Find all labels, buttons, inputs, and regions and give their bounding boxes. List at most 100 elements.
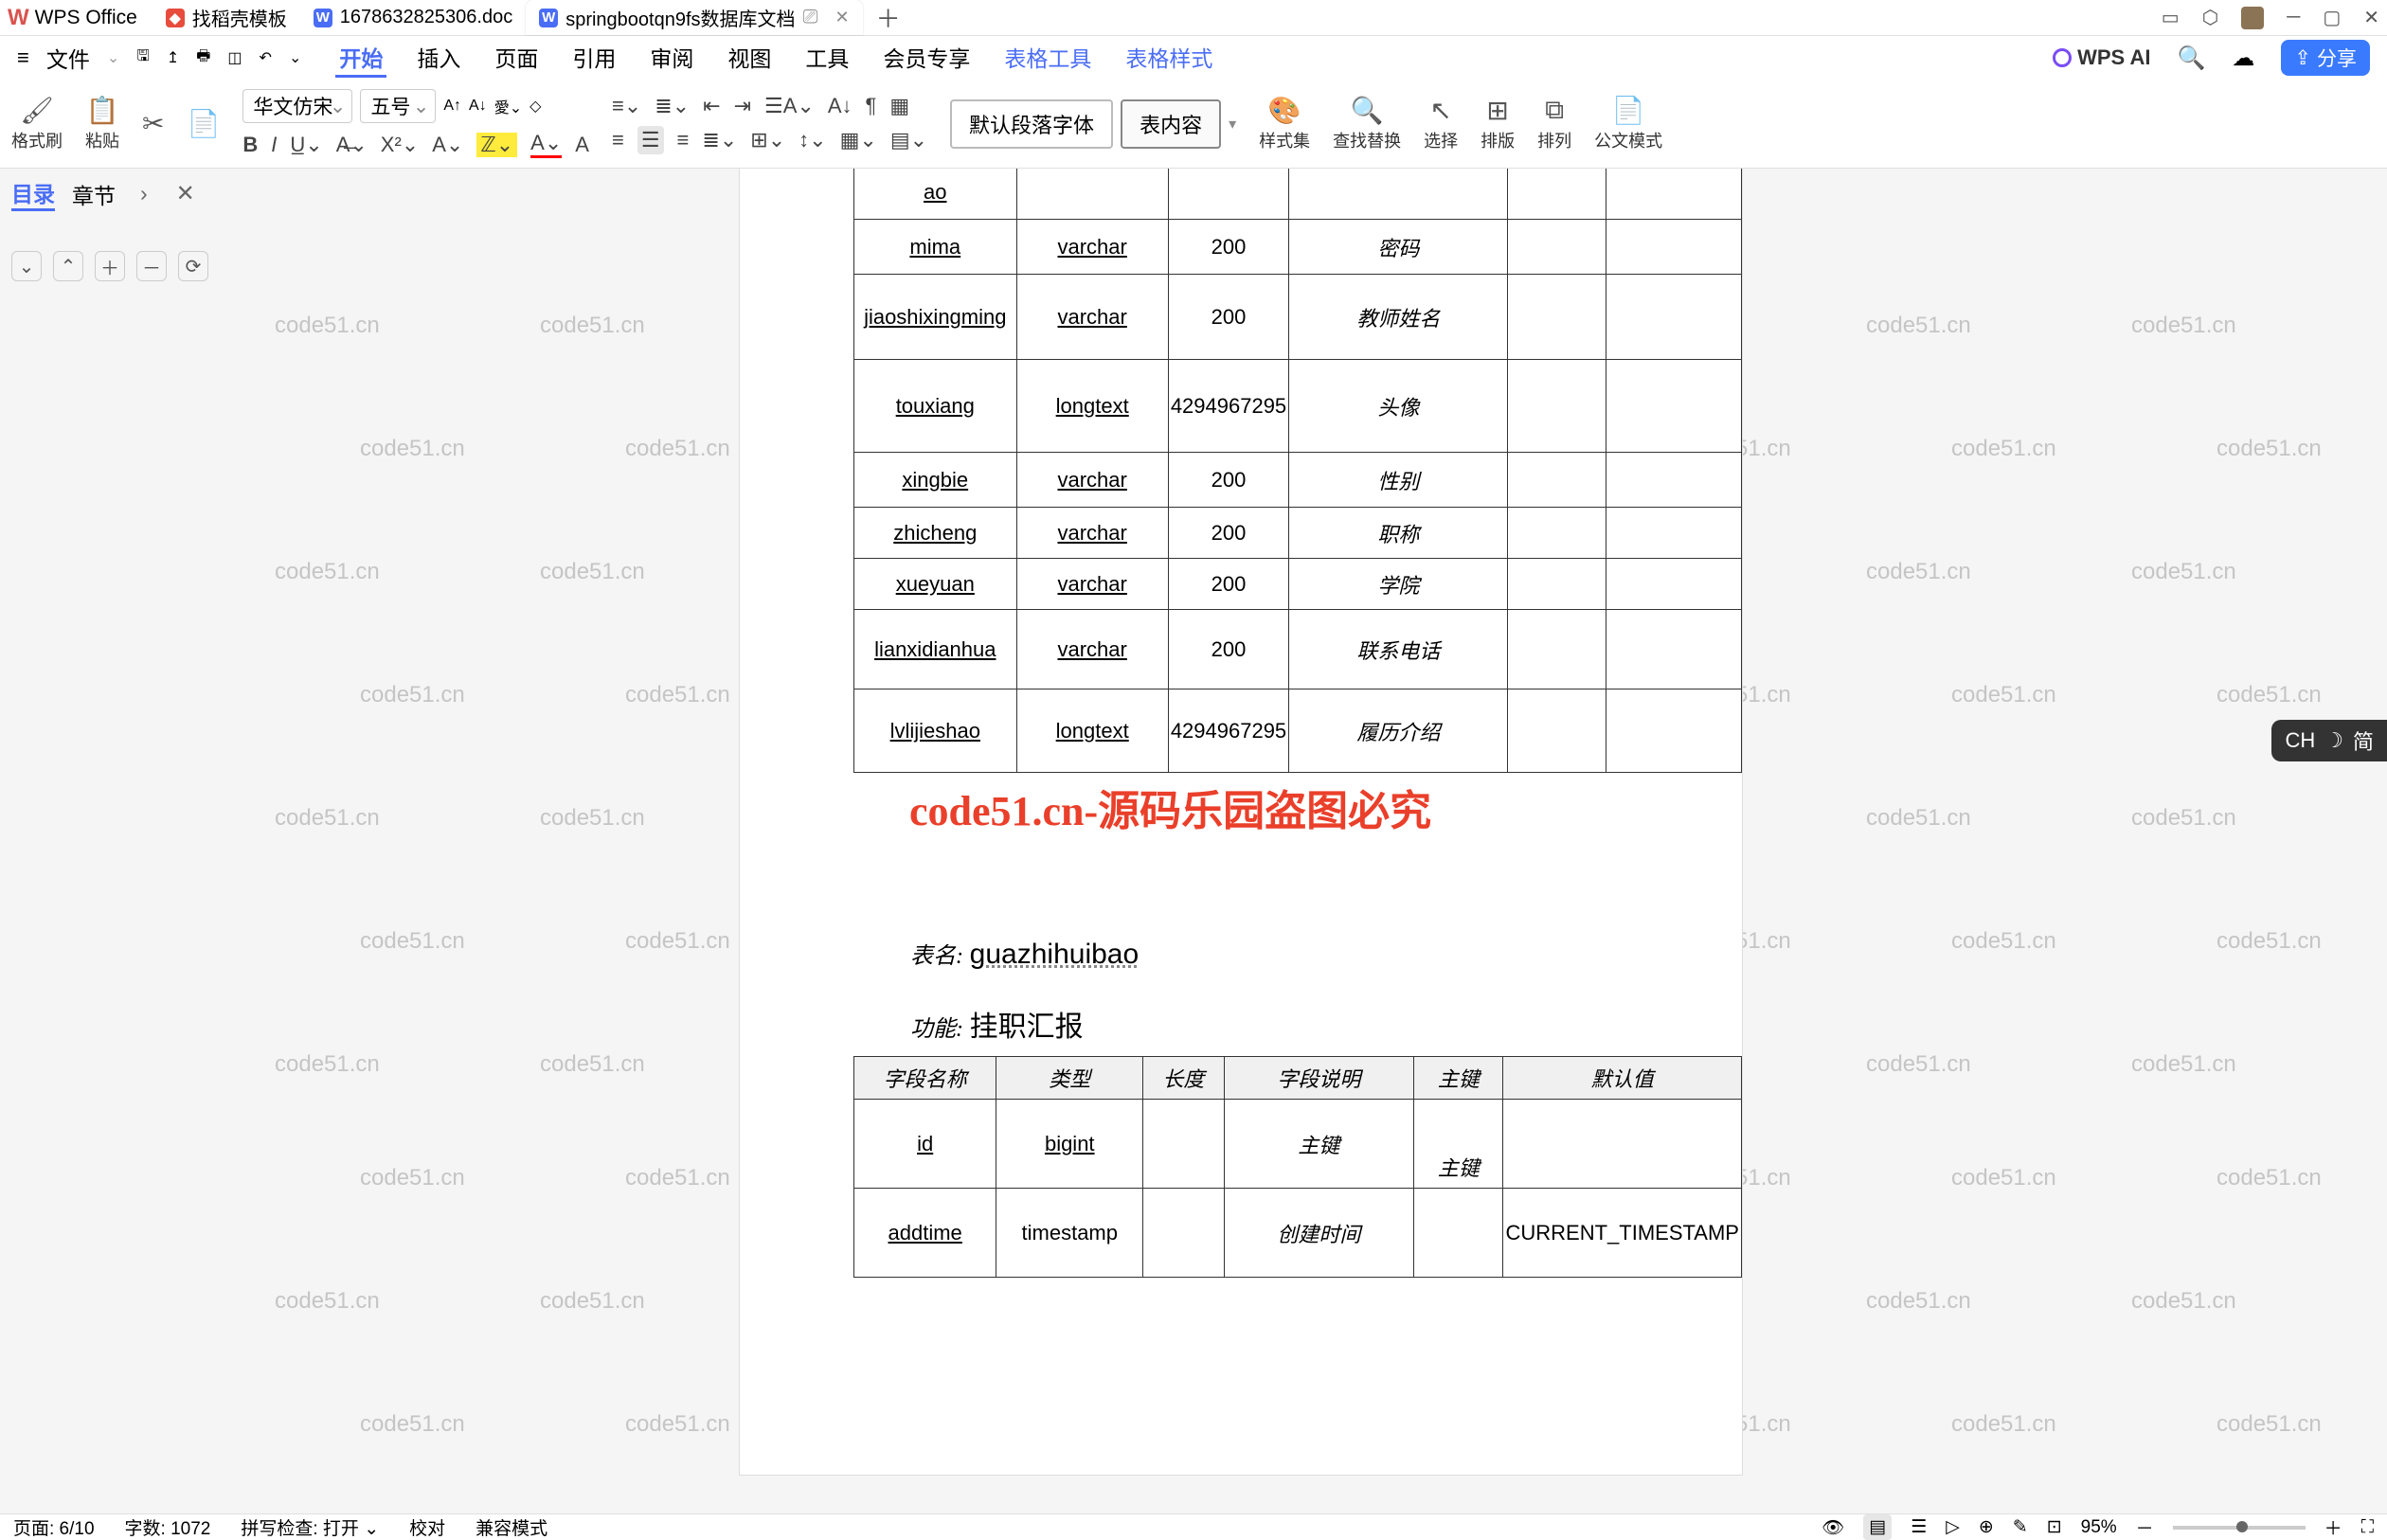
table2-func-line[interactable]: 功能: 挂职汇报: [910, 1003, 1084, 1045]
table-header-row[interactable]: 字段名称 类型 长度 字段说明 主键 默认值: [854, 1057, 1742, 1100]
superscript-icon[interactable]: X²⌄: [381, 133, 419, 157]
mtab-ref[interactable]: 引用: [568, 39, 619, 78]
brush-icon[interactable]: ✎: [2013, 1516, 2028, 1538]
share-button[interactable]: ⇪ 分享: [2281, 40, 2370, 76]
copy-icon[interactable]: 📄: [187, 108, 220, 139]
save-icon[interactable]: 🖫: [136, 45, 150, 71]
table-content-style[interactable]: 表内容: [1121, 99, 1221, 149]
insert-symbol-icon[interactable]: ¶: [866, 94, 877, 118]
cube-icon[interactable]: ⬡: [2202, 6, 2218, 29]
field-code-icon[interactable]: ▦: [889, 94, 909, 118]
find-replace-button[interactable]: 🔍 查找替换: [1333, 95, 1401, 152]
change-case-icon[interactable]: 愛⌄: [494, 95, 522, 117]
outline-view-icon[interactable]: ☰: [1911, 1516, 1927, 1538]
line-spacing-icon[interactable]: ↕⌄: [799, 128, 826, 152]
paste-group[interactable]: 📋 粘贴: [85, 95, 119, 152]
arrange-button[interactable]: ⧉ 排列: [1537, 95, 1571, 152]
table-row[interactable]: xingbievarchar200性别: [854, 453, 1742, 508]
zoom-slider[interactable]: [2173, 1526, 2306, 1530]
align-right-icon[interactable]: ≡: [677, 128, 690, 152]
close-window-icon[interactable]: ✕: [2363, 6, 2379, 29]
table-row[interactable]: xueyuanvarchar200学院: [854, 559, 1742, 610]
table-row[interactable]: jiaoshixingmingvarchar200教师姓名: [854, 275, 1742, 360]
text-direction-icon[interactable]: ☰A⌄: [764, 94, 815, 118]
align-left-icon[interactable]: ≡: [612, 128, 624, 152]
underline-icon[interactable]: U̲⌄: [290, 133, 322, 157]
zoom-label[interactable]: 95%: [2081, 1517, 2117, 1538]
char-border-icon[interactable]: A⌄: [432, 133, 463, 157]
sidebar-tab-chapter[interactable]: 章节: [72, 178, 116, 210]
mtab-view[interactable]: 视图: [724, 39, 775, 78]
web-layout-icon[interactable]: ⊕: [1979, 1516, 1994, 1538]
font-color-icon[interactable]: A⌄: [530, 131, 562, 158]
refresh-icon[interactable]: ⟳: [178, 251, 208, 281]
increase-indent-icon[interactable]: ⇥: [734, 94, 751, 118]
strike-icon[interactable]: A̶⌄: [336, 133, 368, 157]
ime-badge[interactable]: CH ☽ 简: [2271, 720, 2387, 761]
numbering-icon[interactable]: ≣⌄: [655, 94, 690, 118]
table-row[interactable]: addtime timestamp 创建时间 CURRENT_TIMESTAMP: [854, 1189, 1742, 1278]
spellcheck-status[interactable]: 拼写检查: 打开 ⌄: [241, 1514, 379, 1540]
font-size-select[interactable]: 五号 ⌄: [360, 89, 436, 123]
file-menu[interactable]: 文件: [46, 42, 90, 74]
style-dropdown-icon[interactable]: ▾: [1229, 115, 1236, 134]
reading-view-icon[interactable]: 👁: [1822, 1516, 1844, 1539]
format-brush-group[interactable]: 🖌 格式刷: [11, 95, 63, 152]
new-tab-button[interactable]: ＋: [863, 0, 914, 35]
table-row[interactable]: ao: [854, 169, 1742, 220]
tab-doc2[interactable]: W springbootqn9fs数据库文档 ⎚ ✕: [526, 0, 862, 35]
table-row[interactable]: touxianglongtext4294967295头像: [854, 360, 1742, 453]
increase-font-icon[interactable]: A↑: [443, 98, 461, 115]
tab-doc1[interactable]: W 1678632825306.doc: [300, 0, 526, 35]
screen-icon[interactable]: ⎚: [803, 7, 818, 28]
document-viewport[interactable]: ▣ ⌄ ao mimavarchar200密码 jiaoshixingmingv…: [275, 169, 2349, 1513]
mtab-tabletools[interactable]: 表格工具: [1000, 39, 1095, 78]
close-sidebar-icon[interactable]: ✕: [176, 180, 195, 207]
page-indicator[interactable]: 页面: 6/10: [13, 1514, 95, 1540]
mtab-page[interactable]: 页面: [491, 39, 542, 78]
search-icon[interactable]: 🔍: [2178, 45, 2206, 72]
fullscreen-icon[interactable]: ⛶: [2361, 1517, 2374, 1538]
table-row[interactable]: mimavarchar200密码: [854, 220, 1742, 275]
select-button[interactable]: ↖ 选择: [1424, 95, 1458, 152]
mtab-tablestyle[interactable]: 表格样式: [1122, 39, 1216, 78]
style-set-button[interactable]: 🎨 样式集: [1259, 95, 1310, 152]
table-row[interactable]: lianxidianhuavarchar200联系电话: [854, 610, 1742, 689]
mtab-review[interactable]: 审阅: [646, 39, 697, 78]
table2-name-line[interactable]: 表名: guazhihuibao: [910, 937, 1139, 971]
sidebar-tab-toc[interactable]: 目录: [11, 176, 55, 211]
decrease-indent-icon[interactable]: ⇤: [703, 94, 720, 118]
db-table-2[interactable]: 字段名称 类型 长度 字段说明 主键 默认值 id bigint 主键 主键 a…: [853, 1056, 1742, 1278]
mtab-vip[interactable]: 会员专享: [879, 39, 974, 78]
minimize-icon[interactable]: ─: [2287, 7, 2300, 28]
zoom-slider-thumb[interactable]: [2236, 1521, 2248, 1532]
export-icon[interactable]: ↥: [167, 48, 179, 67]
print-icon[interactable]: 🖶: [196, 45, 210, 71]
collapse-up-icon[interactable]: ⌃: [53, 251, 83, 281]
chevron-right-icon[interactable]: ›: [140, 181, 148, 206]
close-tab-icon[interactable]: ✕: [835, 8, 850, 27]
zoom-in-icon[interactable]: ＋: [2324, 1514, 2342, 1540]
borders-icon[interactable]: ▤⌄: [890, 128, 927, 152]
menu-icon[interactable]: ≡: [17, 45, 29, 70]
multi-window-icon[interactable]: ▭: [2162, 6, 2180, 29]
word-count[interactable]: 字数: 1072: [125, 1514, 211, 1540]
typeset-button[interactable]: ⊞ 排版: [1481, 95, 1515, 152]
justify-icon[interactable]: ≣⌄: [702, 128, 737, 152]
decrease-font-icon[interactable]: A↓: [469, 98, 487, 115]
undo-icon[interactable]: ↶: [260, 48, 272, 67]
avatar-icon[interactable]: [2241, 7, 2264, 29]
remove-item-icon[interactable]: －: [136, 251, 167, 281]
fit-width-icon[interactable]: ⊡: [2047, 1516, 2062, 1538]
mtab-insert[interactable]: 插入: [413, 39, 464, 78]
play-icon[interactable]: ▷: [1946, 1516, 1960, 1538]
default-paragraph-font-style[interactable]: 默认段落字体: [950, 99, 1113, 149]
maximize-icon[interactable]: ▢: [2323, 6, 2341, 29]
char-shading-icon[interactable]: A: [575, 133, 589, 157]
cut-icon[interactable]: ✂: [142, 108, 164, 139]
proofing-status[interactable]: 校对: [409, 1514, 445, 1540]
wps-ai-button[interactable]: WPS AI: [2053, 45, 2150, 70]
distributed-icon[interactable]: ⊞⌄: [750, 128, 785, 152]
db-table-1[interactable]: ao mimavarchar200密码 jiaoshixingmingvarch…: [853, 169, 1742, 773]
shading-icon[interactable]: ▦⌄: [840, 128, 877, 152]
